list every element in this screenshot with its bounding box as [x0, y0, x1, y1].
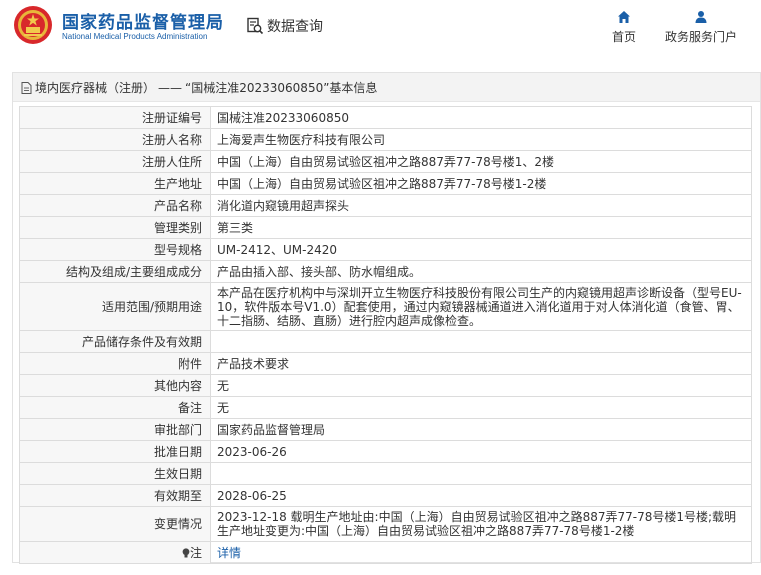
- row-label: 批准日期: [19, 440, 211, 463]
- breadcrumb-category[interactable]: 境内医疗器械（注册）: [35, 79, 155, 96]
- nav-service-portal-label: 政务服务门户: [664, 30, 737, 44]
- document-icon: [21, 81, 32, 94]
- table-row: 附件 产品技术要求: [19, 352, 752, 375]
- home-icon: [618, 11, 630, 23]
- row-value: 产品技术要求: [210, 352, 752, 375]
- row-label: 审批部门: [19, 418, 211, 441]
- row-value: 无: [210, 396, 752, 419]
- row-label: 注册人住所: [19, 150, 211, 173]
- row-value: 本产品在医疗机构中与深圳开立生物医疗科技股份有限公司生产的内窥镜用超声诊断设备（…: [210, 282, 752, 331]
- row-label: 适用范围/预期用途: [19, 282, 211, 331]
- national-emblem-icon: [14, 6, 52, 44]
- row-value: 无: [210, 374, 752, 397]
- nav-service-portal[interactable]: 政务服务门户: [660, 10, 742, 45]
- breadcrumb-separator: ——: [158, 80, 183, 95]
- note-row-label: 注: [19, 541, 211, 564]
- table-row: 审批部门 国家药品监督管理局: [19, 418, 752, 441]
- row-label: 产品储存条件及有效期: [19, 330, 211, 353]
- row-label: 生效日期: [19, 462, 211, 485]
- row-value: 详情: [210, 541, 752, 564]
- nav-home-label: 首页: [611, 30, 636, 44]
- site-title-english: National Medical Products Administration: [62, 32, 208, 41]
- info-table: 注册证编号 国械注准20233060850 注册人名称 上海爱声生物医疗科技有限…: [19, 106, 752, 564]
- table-row: 变更情况 2023-12-18 载明生产地址由:中国（上海）自由贸易试验区祖冲之…: [19, 506, 752, 542]
- row-value: 国械注准20233060850: [210, 106, 752, 129]
- row-label: 附件: [19, 352, 211, 375]
- table-row: 注册人名称 上海爱声生物医疗科技有限公司: [19, 128, 752, 151]
- breadcrumb: 境内医疗器械（注册） —— “国械注准20233060850”基本信息: [21, 79, 377, 96]
- row-value: 国家药品监督管理局: [210, 418, 752, 441]
- table-row: 型号规格 UM-2412、UM-2420: [19, 238, 752, 261]
- table-row: 生效日期: [19, 462, 752, 485]
- table-row: 产品储存条件及有效期: [19, 330, 752, 353]
- table-row: 适用范围/预期用途 本产品在医疗机构中与深圳开立生物医疗科技股份有限公司生产的内…: [19, 282, 752, 331]
- table-row: 有效期至 2028-06-25: [19, 484, 752, 507]
- row-label: 结构及组成/主要组成成分: [19, 260, 211, 283]
- table-row: 产品名称 消化道内窥镜用超声探头: [19, 194, 752, 217]
- site-title: 国家药品监督管理局: [62, 13, 224, 33]
- row-label: 有效期至: [19, 484, 211, 507]
- row-label: 变更情况: [19, 506, 211, 542]
- row-value: 2023-12-18 载明生产地址由:中国（上海）自由贸易试验区祖冲之路887弄…: [210, 506, 752, 542]
- search-document-icon: [247, 17, 264, 35]
- row-label: 产品名称: [19, 194, 211, 217]
- breadcrumb-title: “国械注准20233060850”基本信息: [185, 81, 378, 95]
- table-row: 注册证编号 国械注准20233060850: [19, 106, 752, 129]
- site-header: 国家药品监督管理局 National Medical Products Admi…: [0, 0, 761, 62]
- note-label-text: 注: [189, 545, 202, 560]
- detail-panel: 境内医疗器械（注册） —— “国械注准20233060850”基本信息 注册证编…: [12, 72, 761, 564]
- table-row: 注 详情: [19, 541, 752, 564]
- row-value: 消化道内窥镜用超声探头: [210, 194, 752, 217]
- row-label: 型号规格: [19, 238, 211, 261]
- table-row: 结构及组成/主要组成成分 产品由插入部、接头部、防水帽组成。: [19, 260, 752, 283]
- table-row: 备注 无: [19, 396, 752, 419]
- row-label: 注册人名称: [19, 128, 211, 151]
- data-query-label: 数据查询: [267, 19, 323, 35]
- bulb-icon: [182, 547, 190, 557]
- row-value: 第三类: [210, 216, 752, 239]
- table-row: 其他内容 无: [19, 374, 752, 397]
- info-table-wrapper: 注册证编号 国械注准20233060850 注册人名称 上海爱声生物医疗科技有限…: [19, 106, 752, 564]
- row-value: 2023-06-26: [210, 440, 752, 463]
- row-value: 中国（上海）自由贸易试验区祖冲之路887弄77-78号楼1、2楼: [210, 150, 752, 173]
- row-value: 产品由插入部、接头部、防水帽组成。: [210, 260, 752, 283]
- user-icon: [695, 11, 707, 23]
- row-label: 注册证编号: [19, 106, 211, 129]
- row-value: 上海爱声生物医疗科技有限公司: [210, 128, 752, 151]
- row-value: [210, 462, 752, 485]
- table-row: 注册人住所 中国（上海）自由贸易试验区祖冲之路887弄77-78号楼1、2楼: [19, 150, 752, 173]
- table-row: 生产地址 中国（上海）自由贸易试验区祖冲之路887弄77-78号楼1-2楼: [19, 172, 752, 195]
- row-label: 备注: [19, 396, 211, 419]
- row-value: UM-2412、UM-2420: [210, 238, 752, 261]
- details-link[interactable]: 详情: [217, 546, 241, 560]
- row-value: 中国（上海）自由贸易试验区祖冲之路887弄77-78号楼1-2楼: [210, 172, 752, 195]
- row-value: [210, 330, 752, 353]
- nav-home[interactable]: 首页: [604, 10, 644, 45]
- data-query-link[interactable]: 数据查询: [246, 15, 323, 37]
- row-value: 2028-06-25: [210, 484, 752, 507]
- row-label: 其他内容: [19, 374, 211, 397]
- table-row: 管理类别 第三类: [19, 216, 752, 239]
- row-label: 生产地址: [19, 172, 211, 195]
- panel-header: 境内医疗器械（注册） —— “国械注准20233060850”基本信息: [13, 73, 760, 102]
- table-row: 批准日期 2023-06-26: [19, 440, 752, 463]
- row-label: 管理类别: [19, 216, 211, 239]
